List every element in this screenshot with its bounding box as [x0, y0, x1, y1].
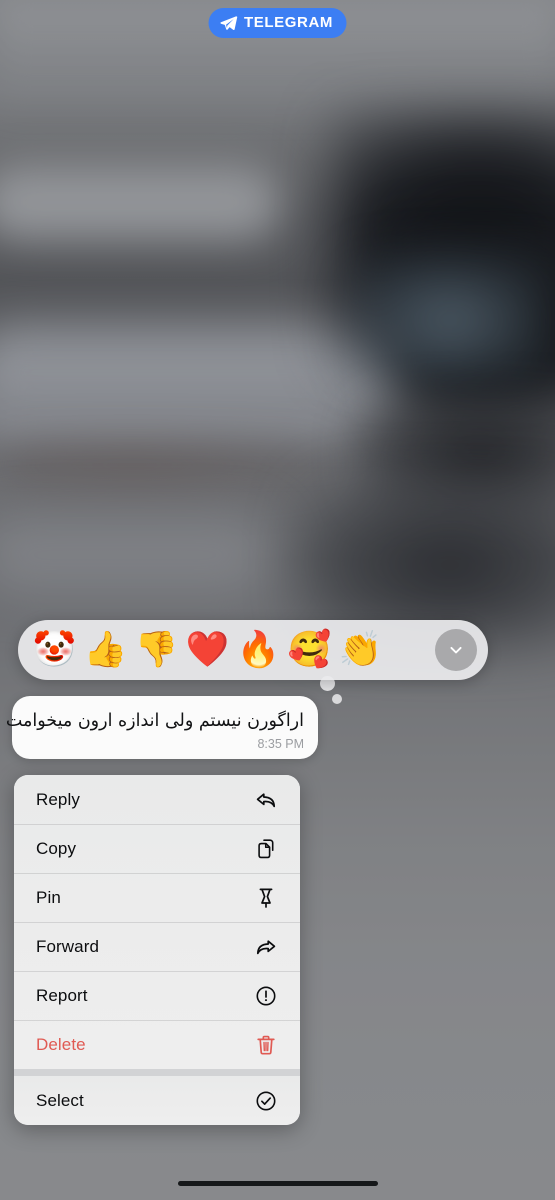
reply-arrow-icon [254, 788, 278, 812]
pushpin-icon [254, 886, 278, 910]
trash-icon [254, 1033, 278, 1057]
phone-screen: TELEGRAM 🤡 👍 👎 ❤️ 🔥 🥰 👏 اراگورن نیستم ول… [0, 0, 555, 1200]
exclamation-circle-icon [254, 984, 278, 1008]
context-menu-item-reply[interactable]: Reply [14, 775, 300, 824]
context-menu-label-select: Select [36, 1090, 84, 1110]
reaction-clown-face[interactable]: 🤡 [29, 628, 80, 672]
reaction-clapping-hands[interactable]: 👏 [335, 628, 386, 672]
telegram-badge-label: TELEGRAM [244, 14, 333, 31]
context-menu-label-reply: Reply [36, 789, 80, 809]
reaction-red-heart[interactable]: ❤️ [182, 628, 233, 672]
chevron-down-icon [446, 640, 466, 660]
message-text: اراگورن نیستم ولی اندازه ارون میخوامت [5, 711, 304, 731]
reaction-thumbs-down[interactable]: 👎 [131, 628, 182, 672]
context-menu-label-pin: Pin [36, 887, 61, 907]
checkmark-circle-icon [254, 1089, 278, 1113]
copy-documents-icon [254, 837, 278, 861]
context-menu-group-secondary: Select [14, 1076, 300, 1125]
context-menu-item-pin[interactable]: Pin [14, 873, 300, 922]
context-menu-item-report[interactable]: Report [14, 971, 300, 1020]
context-menu-item-select[interactable]: Select [14, 1076, 300, 1125]
reaction-fire[interactable]: 🔥 [233, 628, 284, 672]
context-menu-label-report: Report [36, 985, 88, 1005]
context-menu-label-forward: Forward [36, 936, 100, 956]
context-menu-group-primary: Reply Copy Pin Forward Report Delete [14, 775, 300, 1069]
expand-reactions-button[interactable] [435, 629, 477, 671]
context-menu-label-copy: Copy [36, 838, 77, 858]
telegram-paper-plane-icon [219, 14, 237, 32]
message-bubble[interactable]: اراگورن نیستم ولی اندازه ارون میخوامت 8:… [5, 696, 318, 759]
forward-arrow-icon [254, 935, 278, 959]
home-indicator [177, 1181, 378, 1186]
context-menu-label-delete: Delete [36, 1034, 86, 1054]
context-menu-group-divider [14, 1069, 300, 1076]
reaction-picker-bar[interactable]: 🤡 👍 👎 ❤️ 🔥 🥰 👏 [18, 620, 488, 680]
reaction-thumbs-up[interactable]: 👍 [80, 628, 131, 672]
message-context-menu[interactable]: Reply Copy Pin Forward Report Delete Sel… [14, 775, 300, 1125]
context-menu-item-delete[interactable]: Delete [14, 1020, 300, 1069]
message-timestamp: 8:35 PM [257, 736, 304, 751]
reaction-smiling-face-with-hearts[interactable]: 🥰 [284, 628, 335, 672]
reaction-bar-tail-dot-small [332, 694, 342, 704]
context-menu-item-copy[interactable]: Copy [14, 824, 300, 873]
telegram-badge: TELEGRAM [208, 8, 347, 38]
context-menu-item-forward[interactable]: Forward [14, 922, 300, 971]
